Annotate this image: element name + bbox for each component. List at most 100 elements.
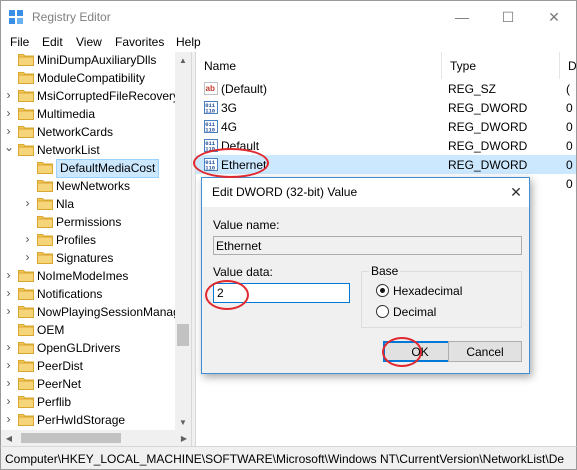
tree-item-label: Permissions: [56, 215, 122, 229]
value-row[interactable]: ab (Default) REG_SZ (: [196, 79, 576, 98]
tree-item[interactable]: › Notifications: [1, 285, 176, 303]
scroll-thumb-horizontal[interactable]: [21, 433, 121, 443]
tree-item[interactable]: › MsiCorruptedFileRecovery: [1, 87, 180, 105]
tree-item[interactable]: › Profiles: [1, 231, 176, 249]
folder-icon: [18, 305, 34, 318]
tree-item-label: NowPlayingSessionManag: [37, 305, 180, 319]
folder-icon: [18, 377, 34, 390]
tree-item-label: Profiles: [56, 233, 97, 247]
hexadecimal-label[interactable]: Hexadecimal: [393, 284, 462, 298]
folder-icon: [18, 341, 34, 354]
scroll-left-icon[interactable]: ◀: [1, 430, 17, 446]
tree-item-label: MiniDumpAuxiliaryDlls: [37, 53, 157, 67]
value-data: 0: [566, 101, 573, 115]
tree-item[interactable]: › NoImeModeImes: [1, 267, 176, 285]
expand-chevron-icon[interactable]: ›: [4, 394, 13, 408]
expand-chevron-icon[interactable]: ›: [4, 268, 13, 282]
dialog-close-button[interactable]: ✕: [506, 182, 526, 202]
tree-item[interactable]: › OpenGLDrivers: [1, 339, 176, 357]
base-label: Base: [369, 264, 401, 278]
menu-edit[interactable]: Edit: [42, 35, 63, 49]
close-icon: ✕: [548, 8, 560, 25]
scroll-up-icon[interactable]: ▲: [175, 52, 191, 68]
column-header-data[interactable]: D: [560, 52, 576, 79]
tree-item[interactable]: OEM: [1, 321, 176, 339]
menu-view[interactable]: View: [76, 35, 102, 49]
svg-text:110: 110: [205, 127, 215, 134]
tree-item[interactable]: › Multimedia: [1, 105, 176, 123]
ok-button[interactable]: OK: [383, 341, 457, 362]
tree-item[interactable]: › PeerNet: [1, 375, 176, 393]
tree-item-label: MsiCorruptedFileRecovery: [37, 89, 180, 103]
expand-chevron-icon[interactable]: ›: [4, 106, 13, 120]
close-icon: ✕: [510, 183, 522, 200]
tree-item[interactable]: ModuleCompatibility: [1, 69, 176, 87]
tree-item-label: NetworkCards: [37, 125, 114, 139]
column-header-name[interactable]: Name: [196, 52, 442, 79]
value-name: Ethernet: [221, 158, 267, 172]
hexadecimal-radio[interactable]: [376, 284, 389, 297]
value-row[interactable]: 011 110 3G REG_DWORD 0: [196, 98, 576, 117]
expand-chevron-icon[interactable]: ›: [4, 340, 13, 354]
tree-horizontal-scrollbar[interactable]: ◀ ▶: [0, 430, 191, 446]
tree-item-label: NoImeModeImes: [37, 269, 129, 283]
folder-icon: [18, 269, 34, 282]
scroll-thumb[interactable]: [177, 324, 189, 346]
svg-text:110: 110: [205, 146, 215, 153]
value-data-input[interactable]: 2: [213, 283, 350, 303]
tree-item[interactable]: › NowPlayingSessionManag: [1, 303, 180, 321]
menu-file[interactable]: File: [10, 35, 29, 49]
expand-chevron-icon[interactable]: ›: [4, 304, 13, 318]
expand-chevron-icon[interactable]: ›: [4, 358, 13, 372]
tree-item-label: PeerDist: [37, 359, 84, 373]
close-button[interactable]: ✕: [531, 1, 577, 33]
expand-chevron-icon[interactable]: ›: [4, 412, 13, 426]
scroll-down-icon[interactable]: ▼: [175, 414, 191, 430]
scroll-right-icon[interactable]: ▶: [176, 430, 192, 446]
tree-item[interactable]: › PerHwIdStorage: [1, 411, 176, 429]
expand-chevron-icon[interactable]: ›: [4, 88, 13, 102]
tree-item[interactable]: NewNetworks: [1, 177, 176, 195]
tree-item[interactable]: ⌄ NetworkList: [1, 140, 176, 159]
tree-item[interactable]: › Signatures: [1, 249, 176, 267]
value-data: 0: [566, 139, 573, 153]
collapse-chevron-icon[interactable]: ⌄: [4, 140, 14, 154]
menu-bar: File Edit View Favorites Help: [0, 32, 577, 52]
menu-help[interactable]: Help: [176, 35, 201, 49]
value-row[interactable]: 011 110 Ethernet REG_DWORD 0: [196, 155, 576, 174]
expand-chevron-icon[interactable]: ›: [4, 124, 13, 138]
expand-chevron-icon[interactable]: ›: [4, 286, 13, 300]
svg-text:ab: ab: [206, 84, 215, 93]
svg-text:110: 110: [205, 108, 215, 115]
tree-item[interactable]: Permissions: [1, 213, 176, 231]
minimize-button[interactable]: —: [439, 1, 485, 33]
expand-chevron-icon[interactable]: ›: [23, 196, 32, 210]
expand-chevron-icon[interactable]: ›: [23, 232, 32, 246]
key-tree[interactable]: MiniDumpAuxiliaryDlls ModuleCompatibility…: [0, 52, 191, 430]
value-data: 0: [566, 120, 573, 134]
tree-item[interactable]: › PeerDist: [1, 357, 176, 375]
cancel-button[interactable]: Cancel: [448, 341, 522, 362]
maximize-button[interactable]: ☐: [485, 1, 531, 33]
tree-vertical-scrollbar[interactable]: ▲ ▼: [175, 52, 191, 430]
folder-icon: [18, 53, 34, 66]
value-row[interactable]: 011 110 4G REG_DWORD 0: [196, 117, 576, 136]
decimal-label[interactable]: Decimal: [393, 305, 436, 319]
column-header-type[interactable]: Type: [442, 52, 560, 79]
expand-chevron-icon[interactable]: ›: [23, 250, 32, 264]
tree-item[interactable]: DefaultMediaCost: [1, 159, 176, 178]
menu-favorites[interactable]: Favorites: [115, 35, 164, 49]
svg-text:110: 110: [205, 165, 215, 172]
value-type: REG_DWORD: [448, 101, 528, 115]
value-row[interactable]: 011 110 Default REG_DWORD 0: [196, 136, 576, 155]
minimize-icon: —: [455, 9, 469, 25]
tree-item[interactable]: › Perflib: [1, 393, 176, 411]
tree-item[interactable]: › NetworkCards: [1, 123, 176, 141]
tree-item[interactable]: MiniDumpAuxiliaryDlls: [1, 52, 176, 69]
decimal-radio[interactable]: [376, 305, 389, 318]
title-bar: Registry Editor — ☐ ✕: [0, 0, 577, 32]
expand-chevron-icon[interactable]: ›: [4, 376, 13, 390]
tree-item[interactable]: › Nla: [1, 195, 176, 213]
tree-item-label: NewNetworks: [56, 179, 131, 193]
tree-item-label: OpenGLDrivers: [37, 341, 121, 355]
